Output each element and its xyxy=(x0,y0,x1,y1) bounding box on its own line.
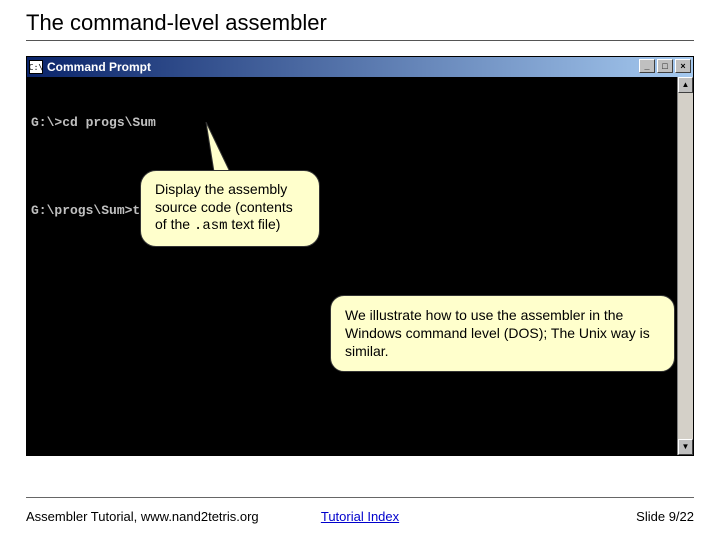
terminal-output: G:\>cd progs\Sum G:\progs\Sum>type Sum.a… xyxy=(27,77,677,455)
footer-divider xyxy=(26,497,694,498)
tutorial-index-link[interactable]: Tutorial Index xyxy=(321,509,399,524)
window-titlebar: C:\ Command Prompt _ □ × xyxy=(27,57,693,77)
slide-title: The command-level assembler xyxy=(26,10,327,36)
callout-code: .asm xyxy=(194,218,228,234)
scroll-track[interactable] xyxy=(678,93,693,439)
terminal-line: G:\progs\Sum>type Sum.asm xyxy=(31,202,673,220)
vertical-scrollbar[interactable]: ▲ ▼ xyxy=(677,77,693,455)
callout-explanation: We illustrate how to use the assembler i… xyxy=(330,295,675,372)
window-controls: _ □ × xyxy=(639,59,691,73)
command-prompt-window: C:\ Command Prompt _ □ × G:\>cd progs\Su… xyxy=(26,56,694,456)
maximize-button[interactable]: □ xyxy=(657,59,673,73)
window-title: Command Prompt xyxy=(47,60,151,74)
footer: Assembler Tutorial, www.nand2tetris.org … xyxy=(26,509,694,524)
minimize-button[interactable]: _ xyxy=(639,59,655,73)
window-body: G:\>cd progs\Sum G:\progs\Sum>type Sum.a… xyxy=(27,77,693,455)
terminal-line: G:\>cd progs\Sum xyxy=(31,114,673,132)
cmd-icon: C:\ xyxy=(29,60,43,74)
scroll-up-button[interactable]: ▲ xyxy=(678,77,693,93)
scroll-down-button[interactable]: ▼ xyxy=(678,439,693,455)
callout-display-source: Display the assembly source code (conten… xyxy=(140,170,320,247)
footer-source: Assembler Tutorial, www.nand2tetris.org xyxy=(26,509,259,524)
callout-text: text file) xyxy=(228,216,281,232)
title-divider xyxy=(26,40,694,41)
close-button[interactable]: × xyxy=(675,59,691,73)
slide-number: Slide 9/22 xyxy=(636,509,694,524)
